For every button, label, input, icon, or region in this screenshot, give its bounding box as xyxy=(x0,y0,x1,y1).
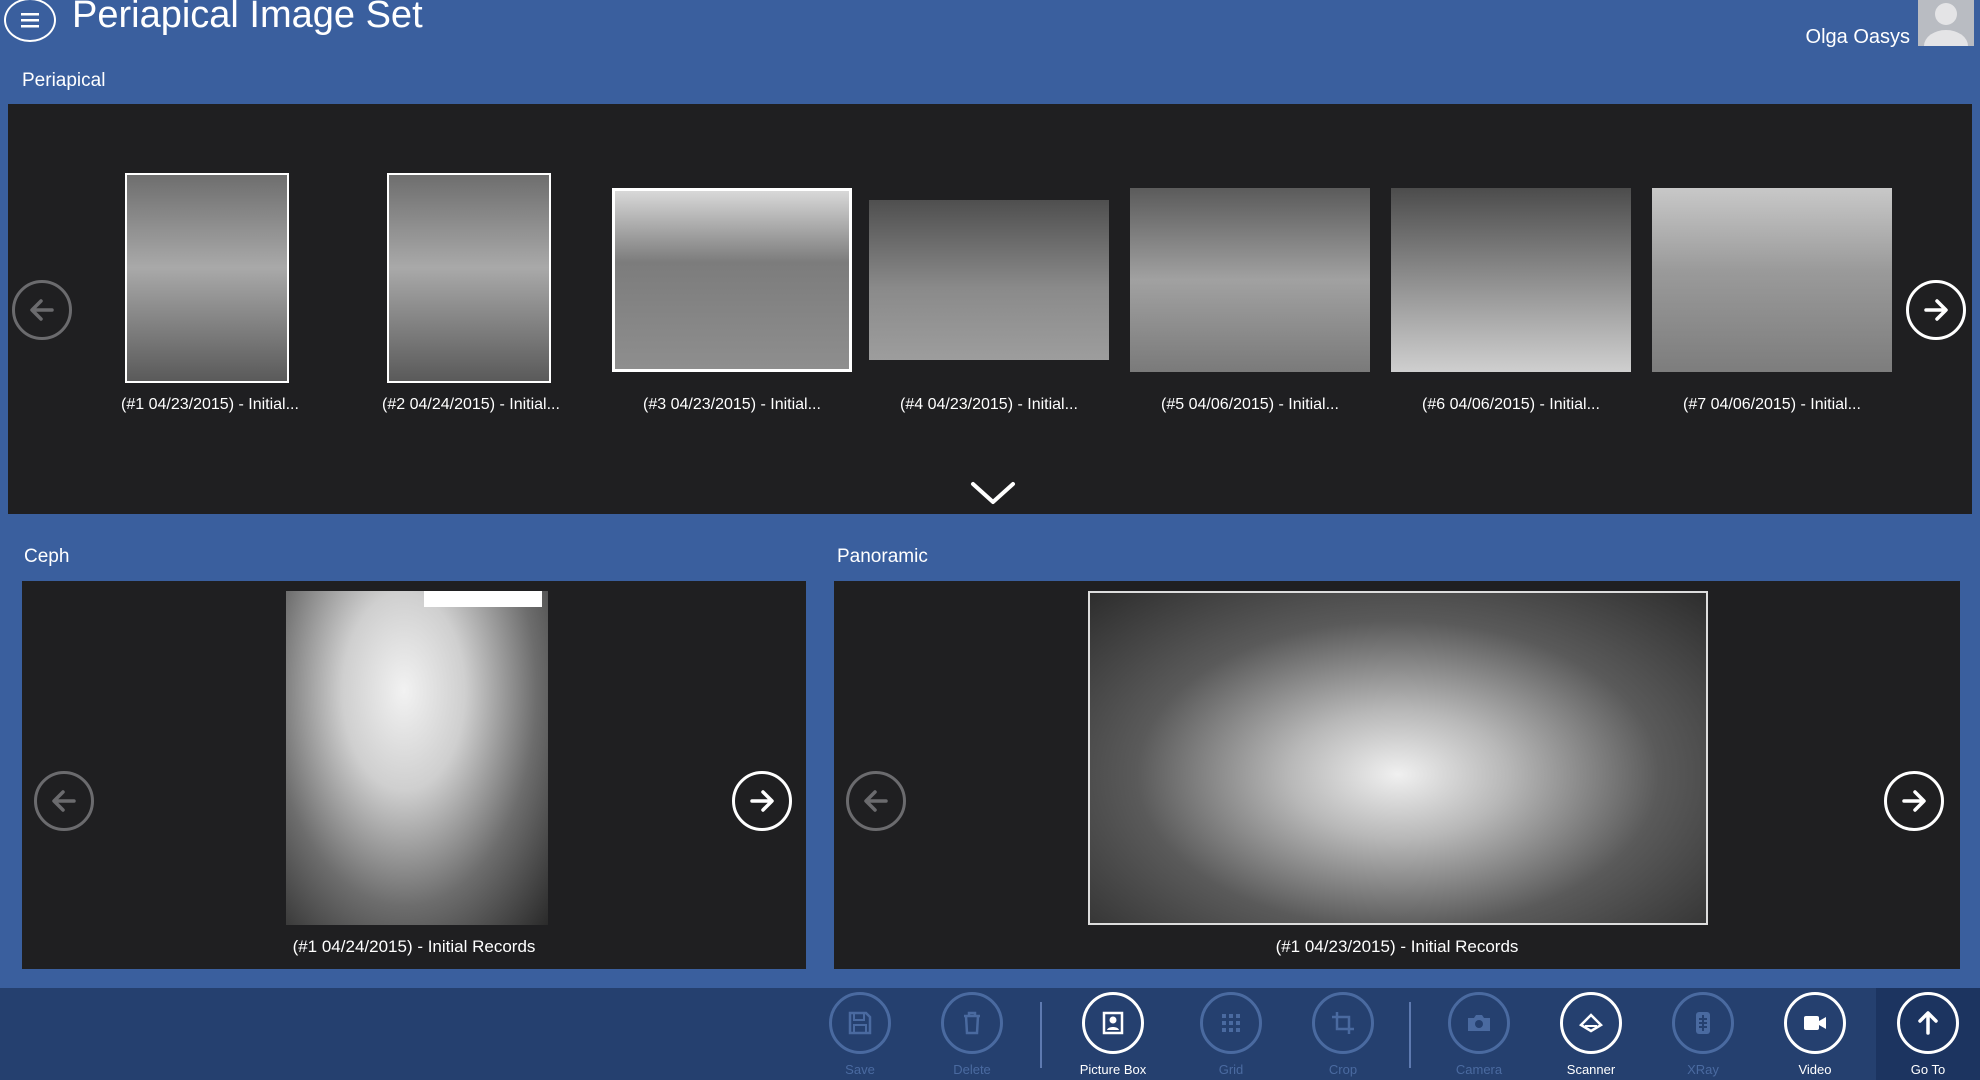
expand-chevron-icon[interactable] xyxy=(970,480,1016,508)
xray-image xyxy=(387,173,551,383)
thumbnail-caption: (#5 04/06/2015) - Initial... xyxy=(1161,396,1339,413)
ceph-label: Ceph xyxy=(24,546,70,567)
xray-image xyxy=(1652,188,1892,372)
ceph-panel: (#1 04/24/2015) - Initial Records xyxy=(22,581,806,969)
arrow-up-icon xyxy=(1918,1011,1938,1035)
panoramic-xray-image[interactable] xyxy=(1088,591,1708,925)
panoramic-panel: (#1 04/23/2015) - Initial Records xyxy=(834,581,1960,969)
bottom-toolbar: Save Delete Picture Box Grid Crop Camera… xyxy=(0,988,1980,1080)
periapical-label: Periapical xyxy=(22,70,106,91)
xray-image xyxy=(1130,188,1370,372)
user-silhouette-icon xyxy=(1924,3,1968,46)
arrow-left-icon xyxy=(30,299,54,321)
ceph-caption: (#1 04/24/2015) - Initial Records xyxy=(292,937,536,956)
scanner-button[interactable]: Scanner xyxy=(1546,992,1636,1077)
thumbnail-caption: (#1 04/23/2015) - Initial... xyxy=(121,396,299,413)
arrow-right-icon xyxy=(1902,790,1926,812)
xray-image xyxy=(612,188,852,372)
xray-image xyxy=(125,173,289,383)
hamburger-icon xyxy=(21,13,39,28)
panoramic-next-button[interactable] xyxy=(1884,771,1944,831)
ceph-xray-image[interactable] xyxy=(286,591,548,925)
avatar[interactable] xyxy=(1918,0,1974,46)
camera-icon xyxy=(1468,1015,1490,1031)
crop-label: Crop xyxy=(1328,1062,1358,1077)
video-camera-icon xyxy=(1804,1016,1826,1030)
picture-box-icon xyxy=(1102,1011,1124,1035)
delete-button[interactable]: Delete xyxy=(927,992,1017,1077)
scanner-label: Scanner xyxy=(1566,1062,1616,1077)
picture-box-label: Picture Box xyxy=(1079,1062,1147,1077)
crop-icon xyxy=(1332,1012,1354,1034)
picture-box-button[interactable]: Picture Box xyxy=(1068,992,1158,1077)
thumbnail-caption: (#2 04/24/2015) - Initial... xyxy=(382,396,560,413)
toolbar-divider xyxy=(1040,1002,1042,1068)
scanner-icon xyxy=(1578,1013,1604,1033)
arrow-left-icon xyxy=(864,790,888,812)
thumbnail-caption: (#3 04/23/2015) - Initial... xyxy=(643,396,821,413)
periapical-prev-button[interactable] xyxy=(12,280,72,340)
save-button[interactable]: Save xyxy=(815,992,905,1077)
xray-icon xyxy=(1696,1012,1710,1034)
thumbnail-caption: (#7 04/06/2015) - Initial... xyxy=(1683,396,1861,413)
grid-icon xyxy=(1222,1014,1240,1032)
periapical-next-button[interactable] xyxy=(1906,280,1966,340)
thumbnail-caption: (#6 04/06/2015) - Initial... xyxy=(1422,396,1600,413)
image-label-strip xyxy=(424,591,542,607)
page-title: Periapical Image Set xyxy=(72,0,423,36)
camera-label: Camera xyxy=(1455,1062,1503,1077)
xray-label: XRay xyxy=(1687,1062,1719,1077)
grid-button[interactable]: Grid xyxy=(1186,992,1276,1077)
xray-image xyxy=(1391,188,1631,372)
go-to-button[interactable]: Go To xyxy=(1883,992,1973,1077)
periapical-panel: (#1 04/23/2015) - Initial... (#2 04/24/2… xyxy=(8,104,1972,514)
arrow-right-icon xyxy=(750,790,774,812)
video-label: Video xyxy=(1798,1062,1832,1077)
menu-button[interactable] xyxy=(4,0,56,42)
arrow-right-icon xyxy=(1924,299,1948,321)
crop-button[interactable]: Crop xyxy=(1298,992,1388,1077)
camera-button[interactable]: Camera xyxy=(1434,992,1524,1077)
xray-image xyxy=(869,200,1109,360)
save-label: Save xyxy=(845,1062,875,1077)
trash-icon xyxy=(964,1011,980,1035)
video-button[interactable]: Video xyxy=(1770,992,1860,1077)
grid-label: Grid xyxy=(1218,1062,1244,1077)
arrow-left-icon xyxy=(52,790,76,812)
xray-button[interactable]: XRay xyxy=(1658,992,1748,1077)
thumbnail-caption: (#4 04/23/2015) - Initial... xyxy=(900,396,1078,413)
save-icon xyxy=(848,1011,872,1035)
go-to-panel: Go To xyxy=(1876,988,1980,1080)
panoramic-caption: (#1 04/23/2015) - Initial Records xyxy=(1275,937,1519,956)
toolbar-divider xyxy=(1409,1002,1411,1068)
panoramic-prev-button[interactable] xyxy=(846,771,906,831)
go-to-label: Go To xyxy=(1910,1062,1946,1077)
header: Periapical Image Set Olga Oasys xyxy=(0,0,1980,50)
delete-label: Delete xyxy=(953,1062,991,1077)
ceph-prev-button[interactable] xyxy=(34,771,94,831)
user-name: Olga Oasys xyxy=(1805,26,1910,48)
panoramic-label: Panoramic xyxy=(837,546,928,567)
ceph-next-button[interactable] xyxy=(732,771,792,831)
